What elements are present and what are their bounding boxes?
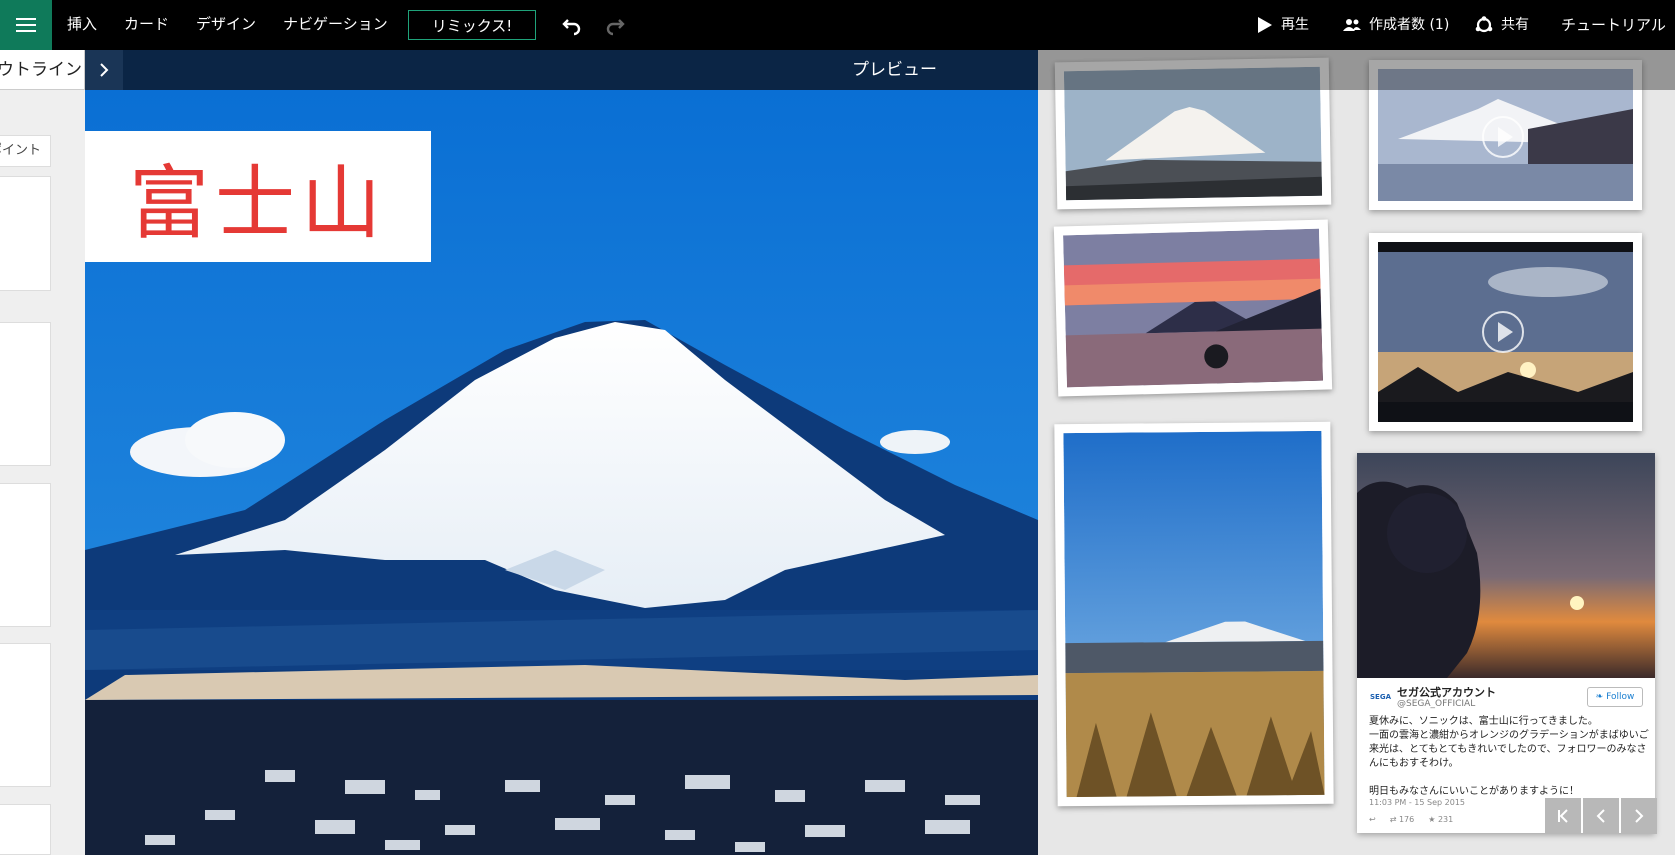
retweet-count: 176 xyxy=(1398,815,1415,824)
star-icon: ★ xyxy=(1428,815,1436,824)
undo-icon[interactable] xyxy=(560,13,584,37)
previous-page-button[interactable] xyxy=(1583,798,1619,834)
people-icon xyxy=(1343,18,1361,32)
first-page-icon xyxy=(1558,809,1568,823)
outline-card-label: ポイント xyxy=(0,135,51,167)
outline-card[interactable] xyxy=(0,176,51,291)
reply-icon[interactable]: ↩ xyxy=(1369,815,1376,824)
retweet-icon: ⇄ xyxy=(1389,815,1397,824)
redo-icon[interactable] xyxy=(603,13,627,37)
authors-label: 作成者数 (1) xyxy=(1369,17,1450,33)
hamburger-menu-button[interactable] xyxy=(0,0,52,50)
play-label: 再生 xyxy=(1281,17,1309,33)
tweet-line xyxy=(1369,771,1649,785)
tweet-line: 一面の雲海と濃紺からオレンジのグラデーションがまばゆいご xyxy=(1369,730,1649,741)
play-icon xyxy=(1257,16,1273,34)
authors-button[interactable]: 作成者数 (1) xyxy=(1343,0,1449,50)
tweet-line: 明日もみなさんにいいことがありますように！ xyxy=(1369,786,1579,797)
menu-insert[interactable]: 挿入 xyxy=(67,0,97,50)
tweet-card[interactable]: SEGA セガ公式アカウント @SEGA_OFFICIAL ❧ Follow 夏… xyxy=(1357,453,1655,833)
video-sunrise xyxy=(1378,242,1633,422)
outline-card[interactable] xyxy=(0,804,51,855)
gallery-photo[interactable] xyxy=(1053,219,1333,397)
svg-text:SEGA: SEGA xyxy=(1370,693,1391,701)
page-title: 富士山 xyxy=(129,156,387,250)
outline-card[interactable] xyxy=(0,483,51,627)
next-page-button[interactable] xyxy=(1621,798,1657,834)
share-label: 共有 xyxy=(1501,17,1529,33)
gallery-photo[interactable] xyxy=(1054,421,1334,807)
first-page-button[interactable] xyxy=(1545,798,1581,834)
outline-panel: アウトライン ポイント xyxy=(0,50,85,855)
chevron-right-icon xyxy=(1635,809,1644,823)
retweet-action[interactable]: ⇄ 176 xyxy=(1390,815,1415,824)
share-icon xyxy=(1475,16,1493,34)
top-toolbar: 挿入 カード デザイン ナビゲーション リミックス! 再生 作成者数 (1) 共… xyxy=(0,0,1675,50)
tweet-line: んにもおすそわけ。 xyxy=(1369,758,1459,769)
chevron-right-icon xyxy=(100,63,109,77)
title-card[interactable]: 富士山 xyxy=(85,131,431,262)
tutorial-button[interactable]: チュートリアル xyxy=(1561,0,1666,50)
tweet-body: 夏休みに、ソニックは、富士山に行ってきました。 一面の雲海と濃紺からオレンジのグ… xyxy=(1369,715,1649,799)
twitter-bird-icon: ❧ xyxy=(1595,692,1604,702)
sega-logo: SEGA xyxy=(1369,685,1392,707)
remix-button[interactable]: リミックス! xyxy=(408,10,536,40)
hamburger-icon xyxy=(16,18,36,32)
play-button[interactable]: 再生 xyxy=(1257,0,1309,50)
chevron-left-icon xyxy=(1596,809,1605,823)
photo-fuji-sunset xyxy=(1063,228,1323,388)
share-button[interactable]: 共有 xyxy=(1475,0,1529,50)
tweet-line: 来光は、とてもとてもきれいでしたので、フォロワーのみなさ xyxy=(1369,744,1647,755)
outline-tab[interactable]: アウトライン xyxy=(0,50,85,90)
tweet-line: 夏休みに、ソニックは、富士山に行ってきました。 xyxy=(1369,716,1598,727)
gallery-video[interactable] xyxy=(1369,233,1642,431)
photo-fuji-grass xyxy=(1063,430,1325,798)
collapse-outline-button[interactable] xyxy=(85,50,123,90)
favorite-action[interactable]: ★ 231 xyxy=(1428,815,1453,824)
tweet-account-name[interactable]: セガ公式アカウント xyxy=(1397,684,1496,700)
follow-button[interactable]: ❧ Follow xyxy=(1587,687,1643,707)
photo-sonic-sunrise xyxy=(1357,453,1655,678)
favorite-count: 231 xyxy=(1437,815,1454,824)
tweet-handle: @SEGA_OFFICIAL xyxy=(1397,699,1476,709)
menu-cards[interactable]: カード xyxy=(124,0,169,50)
outline-card[interactable] xyxy=(0,322,51,466)
preview-label: プレビュー xyxy=(852,60,937,80)
follow-label: Follow xyxy=(1606,692,1635,702)
outline-card[interactable] xyxy=(0,643,51,787)
gallery-header-overlay xyxy=(1038,50,1675,90)
tweet-timestamp: 11:03 PM - 15 Sep 2015 xyxy=(1369,798,1465,807)
menu-navigation[interactable]: ナビゲーション xyxy=(283,0,388,50)
menu-design[interactable]: デザイン xyxy=(196,0,256,50)
tweet-actions: ↩ ⇄ 176 ★ 231 xyxy=(1369,815,1453,824)
